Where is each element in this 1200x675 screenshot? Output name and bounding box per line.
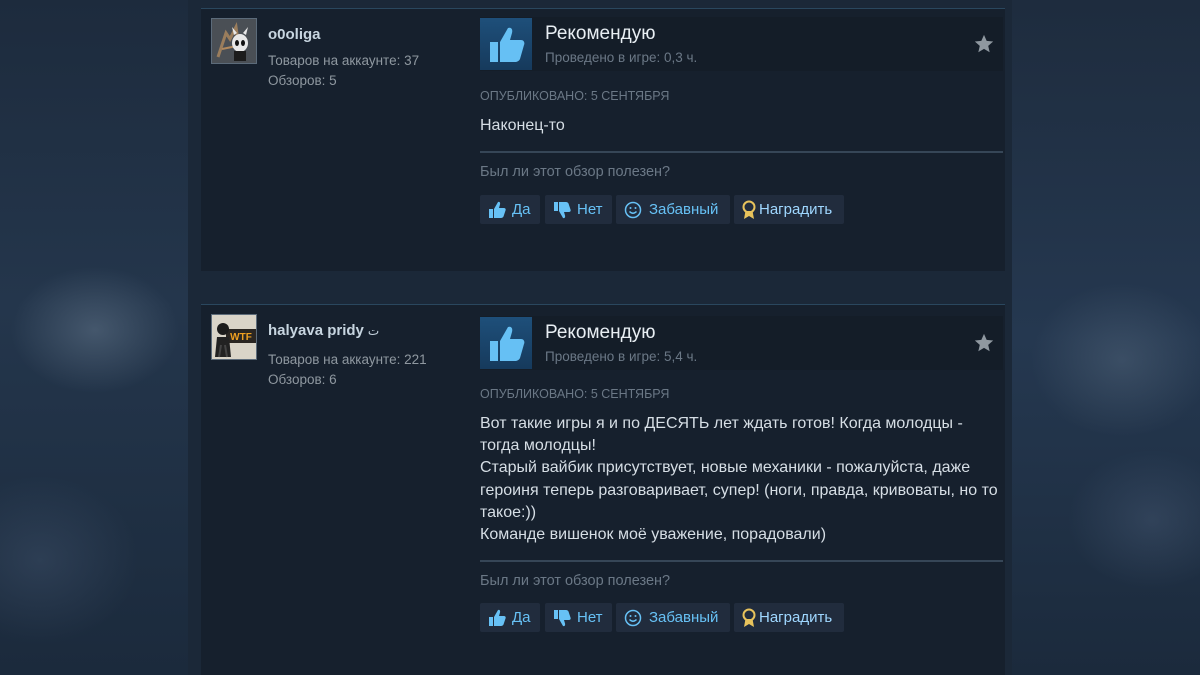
vote-funny-button[interactable]: Забавный [616,195,730,224]
author-products-count[interactable]: Товаров на аккаунте: 221 [268,352,427,367]
award-button[interactable]: Наградить [734,195,844,224]
award-label: Наградить [759,201,833,218]
thumbs-up-icon [489,609,506,626]
vote-yes-button[interactable]: Да [480,195,540,224]
vote-no-button[interactable]: Нет [545,603,612,632]
vote-no-button[interactable]: Нет [545,195,612,224]
author-name[interactable]: o0oliga [268,26,325,43]
helpful-question: Был ли этот обзор полезен? [480,164,671,180]
thumbs-up-icon [489,201,506,218]
vote-funny-label: Забавный [649,609,719,626]
vote-no-label: Нет [577,609,603,626]
author-name[interactable]: halyava pridy ت [268,322,379,339]
playtime: Проведено в игре: 5,4 ч. [545,349,698,364]
star-icon[interactable] [973,33,995,55]
review-text-line: Старый вайбик присутствует, новые механи… [480,459,998,521]
verdict-title: Рекомендую [545,23,656,44]
vote-yes-label: Да [512,201,531,218]
star-icon[interactable] [973,332,995,354]
review-text-line: Вот такие игры я и по ДЕСЯТЬ лет ждать г… [480,415,963,455]
verdict-title: Рекомендую [545,322,656,343]
vote-funny-label: Забавный [649,201,719,218]
avatar[interactable] [211,18,257,64]
author-reviews-count[interactable]: Обзоров: 5 [268,73,337,88]
smiley-icon [624,609,642,627]
avatar-badge-text: WTF [230,332,252,343]
divider [480,560,1003,562]
review-text: Вот такие игры я и по ДЕСЯТЬ лет ждать г… [480,413,1000,546]
review-text: Наконец-то [480,115,1000,137]
divider [480,151,1003,153]
posted-date: ОПУБЛИКОВАНО: 5 СЕНТЯБРЯ [480,387,670,401]
award-button[interactable]: Наградить [734,603,844,632]
background-left-panel [0,0,188,675]
vote-no-label: Нет [577,201,603,218]
vote-funny-button[interactable]: Забавный [616,603,730,632]
background-right-panel [1012,0,1200,675]
award-ribbon-icon [742,200,756,219]
vote-yes-label: Да [512,609,531,626]
review-card: WTF halyava pridy ت Товаров на аккаунте: … [201,304,1005,675]
playtime: Проведено в игре: 0,3 ч. [545,50,698,65]
review-verdict[interactable]: Рекомендую Проведено в игре: 5,4 ч. [480,316,1003,370]
review-text-line: Наконец-то [480,117,565,134]
thumbs-up-icon [480,18,532,70]
review-text-line: Команде вишенок моё уважение, порадовали… [480,526,827,544]
smiley-icon [624,201,642,219]
reviews-column: o0oliga Товаров на аккаунте: 37 Обзоров:… [188,0,1012,675]
author-reviews-count[interactable]: Обзоров: 6 [268,372,337,387]
posted-date: ОПУБЛИКОВАНО: 5 СЕНТЯБРЯ [480,89,670,103]
award-label: Наградить [759,609,833,626]
thumbs-down-icon [554,610,571,627]
thumbs-up-icon [480,317,532,369]
review-verdict[interactable]: Рекомендую Проведено в игре: 0,3 ч. [480,17,1003,71]
review-card: o0oliga Товаров на аккаунте: 37 Обзоров:… [201,8,1005,271]
helpful-question: Был ли этот обзор полезен? [480,573,671,589]
avatar[interactable]: WTF [211,314,257,360]
vote-yes-button[interactable]: Да [480,603,540,632]
award-ribbon-icon [742,608,756,627]
thumbs-down-icon [554,202,571,219]
author-products-count[interactable]: Товаров на аккаунте: 37 [268,53,419,68]
